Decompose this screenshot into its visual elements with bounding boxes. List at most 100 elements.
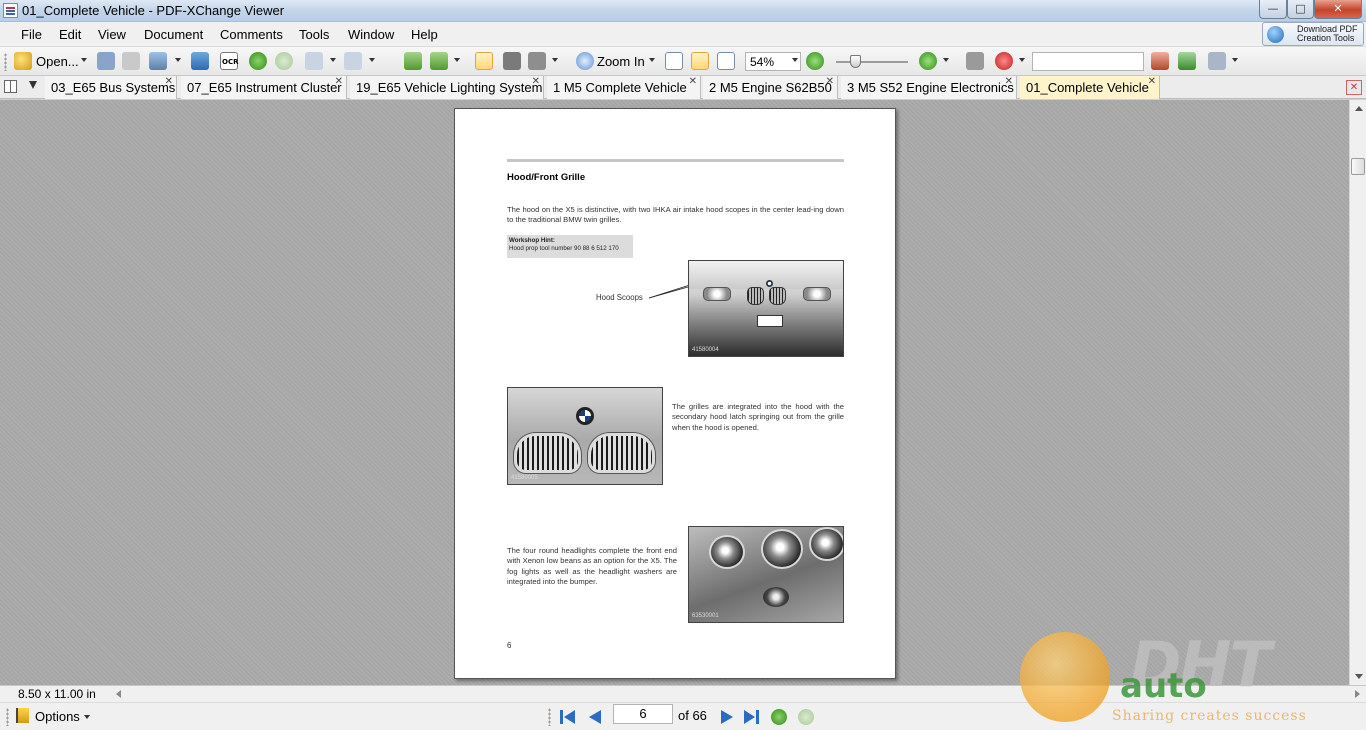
- photo2-code: 41580005: [511, 475, 538, 481]
- options-button[interactable]: Options: [35, 709, 80, 724]
- zoom-plus-dropdown-icon[interactable]: [943, 58, 949, 62]
- rotate-view-icon[interactable]: [430, 52, 448, 70]
- next-page-icon[interactable]: [719, 709, 735, 725]
- search-next-icon[interactable]: [1178, 52, 1196, 70]
- back-icon[interactable]: [249, 52, 267, 70]
- email-icon[interactable]: [149, 52, 167, 70]
- history-forward-icon[interactable]: [798, 709, 814, 725]
- page-number: 6: [507, 641, 512, 650]
- tab-close-icon[interactable]: ✕: [335, 76, 343, 87]
- open-folder-icon[interactable]: [14, 52, 32, 70]
- hand-tool-icon[interactable]: [475, 52, 493, 70]
- close-button[interactable]: ✕: [1314, 0, 1362, 19]
- previous-page-icon[interactable]: [587, 709, 603, 725]
- save-icon[interactable]: [97, 52, 115, 70]
- toolbar: Open... OCR Zoom In: [0, 47, 1366, 76]
- select-tool-icon[interactable]: [528, 52, 546, 70]
- menu-tools[interactable]: Tools: [299, 27, 329, 42]
- menu-edit[interactable]: Edit: [59, 27, 81, 42]
- binoculars-icon[interactable]: [966, 52, 984, 70]
- menu-document[interactable]: Document: [144, 27, 203, 42]
- photo3-code: 63530001: [692, 613, 719, 619]
- app-icon: [3, 3, 18, 18]
- zoom-slider-thumb[interactable]: [850, 55, 861, 68]
- redo-icon[interactable]: [344, 52, 362, 70]
- snapshot-icon[interactable]: [503, 52, 521, 70]
- history-back-icon[interactable]: [771, 709, 787, 725]
- select-dropdown-icon[interactable]: [552, 58, 558, 62]
- hscroll-left-icon[interactable]: [116, 690, 121, 698]
- download-creation-tools-button[interactable]: Download PDF Creation Tools: [1262, 22, 1364, 46]
- zoom-in-button[interactable]: Zoom In: [597, 54, 645, 69]
- tab-19-e65-vehicle-lighting-system[interactable]: 19_E65 Vehicle Lighting System ✕: [350, 76, 544, 99]
- status-bar: 8.50 x 11.00 in: [0, 685, 1366, 702]
- search-input[interactable]: [1032, 52, 1144, 71]
- zoom-in-dropdown-icon[interactable]: [649, 58, 655, 62]
- zoom-slider-track[interactable]: [836, 61, 908, 63]
- vertical-scrollbar[interactable]: [1349, 100, 1366, 685]
- minimize-button[interactable]: —: [1259, 0, 1287, 19]
- menu-help[interactable]: Help: [411, 27, 438, 42]
- tools-dropdown-icon[interactable]: [1232, 58, 1238, 62]
- rotate-icon[interactable]: [404, 52, 422, 70]
- tab-01-complete-vehicle[interactable]: 01_Complete Vehicle ✕: [1020, 76, 1160, 99]
- tab-close-icon[interactable]: ✕: [1005, 76, 1013, 87]
- email-dropdown-icon[interactable]: [175, 58, 181, 62]
- open-dropdown-icon[interactable]: [81, 58, 87, 62]
- headlights-paragraph: The four round headlights complete the f…: [507, 546, 677, 586]
- menu-window[interactable]: Window: [348, 27, 394, 42]
- zoom-out-icon[interactable]: [806, 52, 824, 70]
- tab-close-icon[interactable]: ✕: [1148, 76, 1156, 87]
- print-icon[interactable]: [122, 52, 140, 70]
- tab-list-icon[interactable]: [4, 80, 17, 93]
- tab-bar: 03_E65 Bus Systems ✕ 07_E65 Instrument Cl…: [0, 76, 1366, 99]
- tab-close-icon[interactable]: ✕: [165, 76, 173, 87]
- options-flag-icon[interactable]: [16, 708, 29, 723]
- toolbar-grip[interactable]: [4, 53, 7, 71]
- menu-comments[interactable]: Comments: [220, 27, 283, 42]
- first-page-icon[interactable]: [560, 709, 576, 725]
- close-document-icon[interactable]: ✕: [1346, 80, 1362, 95]
- last-page-icon[interactable]: [744, 709, 760, 725]
- options-dropdown-icon[interactable]: [84, 715, 90, 719]
- fit-width-icon[interactable]: [717, 52, 735, 70]
- undo-dropdown-icon[interactable]: [330, 58, 336, 62]
- scroll-up-icon[interactable]: [1355, 106, 1363, 111]
- page-number-input[interactable]: 6: [613, 704, 673, 724]
- open-button[interactable]: Open...: [36, 54, 79, 69]
- tab-07-e65-instrument-cluster[interactable]: 07_E65 Instrument Cluster ✕: [181, 76, 347, 99]
- tab-close-icon[interactable]: ✕: [532, 76, 540, 87]
- tab-scroll-icon[interactable]: [25, 79, 39, 94]
- pdf-page: Hood/Front Grille The hood on the X5 is …: [454, 108, 896, 679]
- tab-1-m5-complete-vehicle[interactable]: 1 M5 Complete Vehicle ✕: [547, 76, 701, 99]
- spell-check-icon[interactable]: [995, 52, 1013, 70]
- tools-icon[interactable]: [1208, 52, 1226, 70]
- tab-3-m5-s52-engine-electronics[interactable]: 3 M5 S52 Engine Electronics ✕: [841, 76, 1017, 99]
- search-previous-icon[interactable]: [1151, 52, 1169, 70]
- rotate-dropdown-icon[interactable]: [454, 58, 460, 62]
- tab-2-m5-engine-s62b50[interactable]: 2 M5 Engine S62B50 ✕: [703, 76, 838, 99]
- undo-icon[interactable]: [305, 52, 323, 70]
- fit-page-icon[interactable]: [691, 52, 709, 70]
- scroll-down-icon[interactable]: [1355, 674, 1363, 679]
- tab-close-icon[interactable]: ✕: [689, 76, 697, 87]
- page-count-label: of 66: [678, 708, 707, 723]
- scan-icon[interactable]: [191, 52, 209, 70]
- hscroll-right-icon[interactable]: [1355, 690, 1360, 698]
- scroll-thumb[interactable]: [1351, 158, 1365, 175]
- zoom-level-dropdown-icon[interactable]: [792, 58, 798, 62]
- page-size-label: 8.50 x 11.00 in: [18, 687, 96, 701]
- spell-dropdown-icon[interactable]: [1019, 58, 1025, 62]
- actual-size-icon[interactable]: [665, 52, 683, 70]
- forward-icon[interactable]: [275, 52, 293, 70]
- menu-view[interactable]: View: [98, 27, 126, 42]
- tab-close-icon[interactable]: ✕: [826, 76, 834, 87]
- ocr-icon[interactable]: OCR: [220, 52, 238, 70]
- zoom-in-icon[interactable]: [576, 52, 594, 70]
- download-line2: Creation Tools: [1297, 33, 1355, 43]
- tab-03-e65-bus-systems[interactable]: 03_E65 Bus Systems ✕: [45, 76, 177, 99]
- menu-file[interactable]: File: [21, 27, 42, 42]
- maximize-button[interactable]: □: [1287, 0, 1314, 19]
- redo-dropdown-icon[interactable]: [369, 58, 375, 62]
- zoom-plus-icon[interactable]: [919, 52, 937, 70]
